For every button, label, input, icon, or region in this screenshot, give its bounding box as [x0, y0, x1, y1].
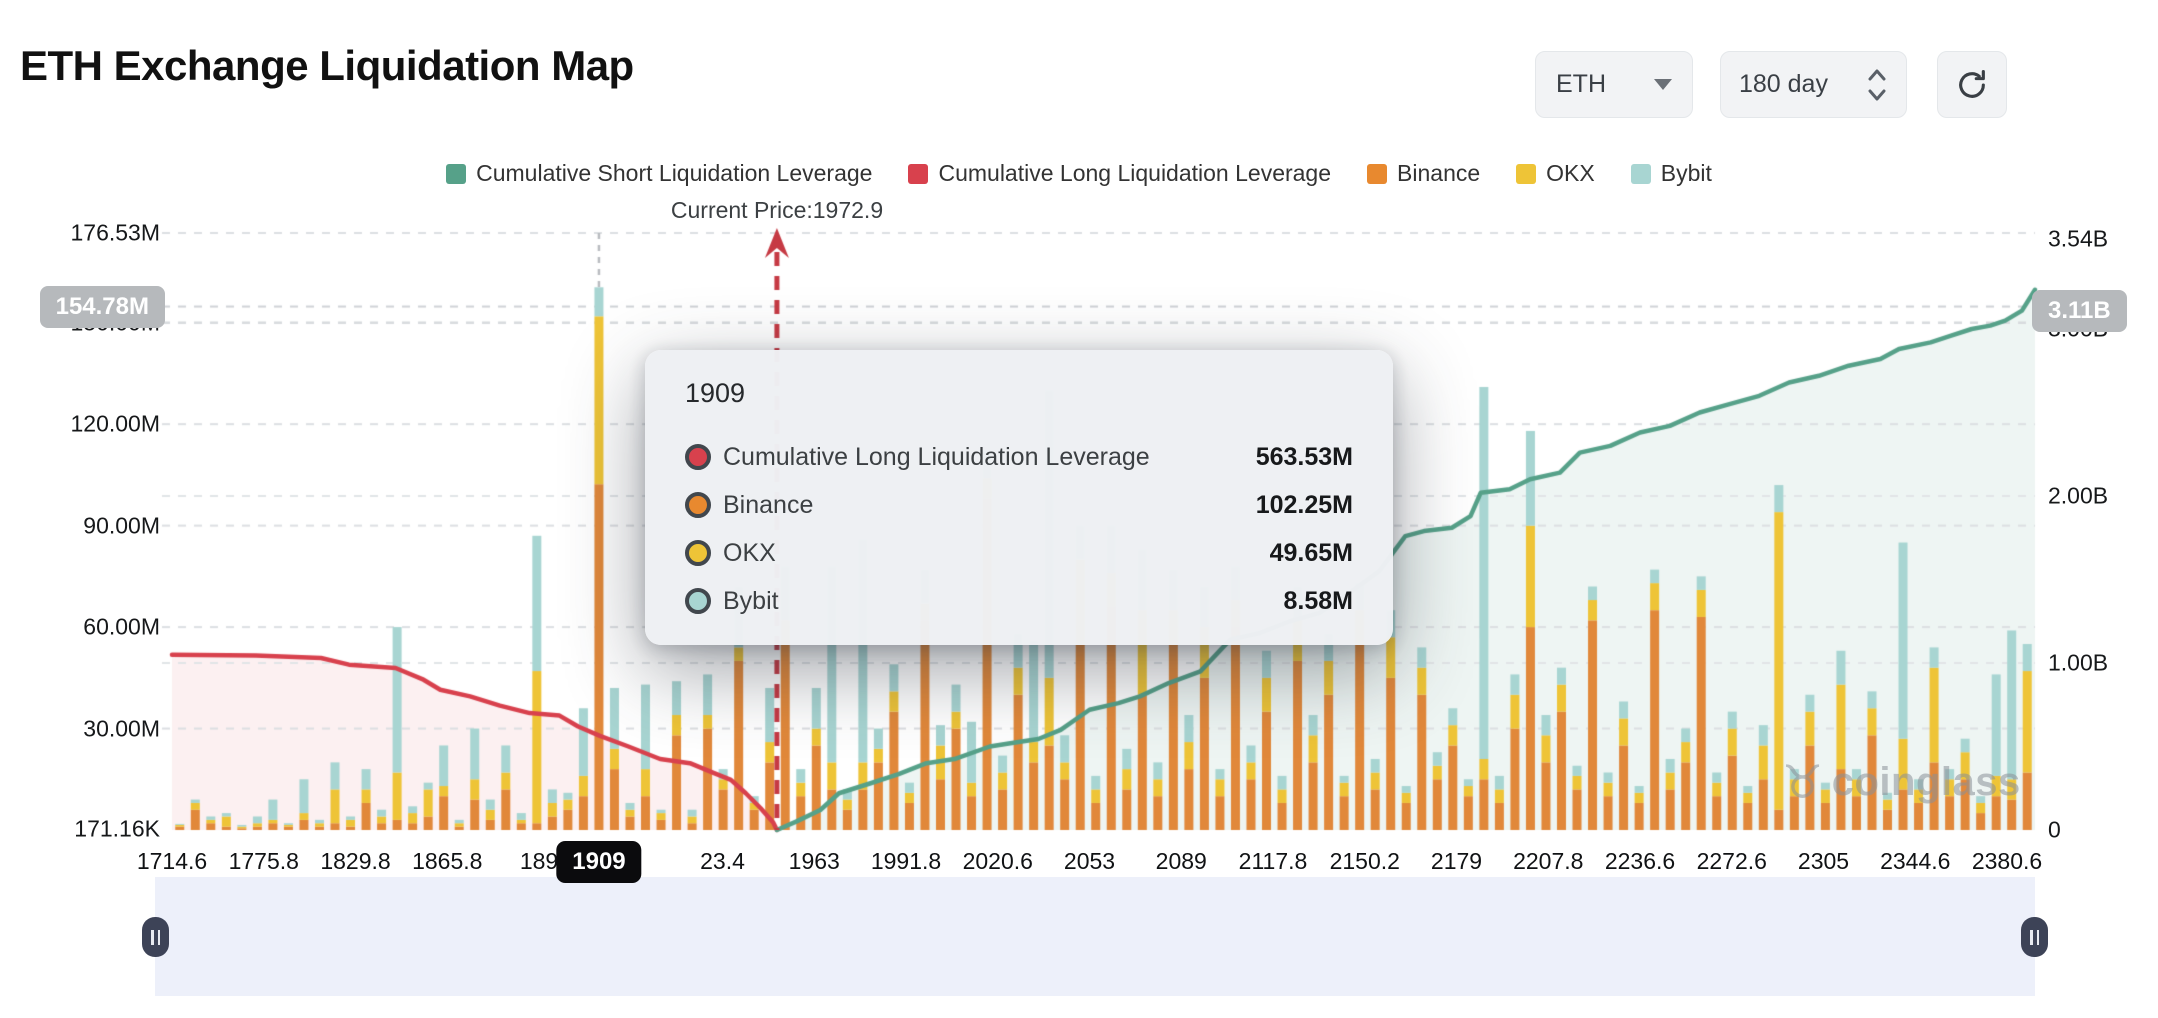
x-axis-label: 2236.6 — [1605, 848, 1675, 875]
legend-label: OKX — [1546, 160, 1595, 187]
legend-swatch-icon — [1631, 164, 1651, 184]
right-axis-tick: 0 — [2048, 817, 2061, 844]
x-axis-highlight-badge: 1909 — [556, 841, 641, 883]
x-axis-label: 1865.8 — [412, 848, 482, 875]
refresh-button[interactable] — [1937, 51, 2007, 118]
x-axis-label: 1775.8 — [229, 848, 299, 875]
tooltip-row: Binance 102.25M — [685, 481, 1353, 529]
datazoom-left-handle[interactable] — [142, 917, 169, 957]
bull-logo-icon: ♉ — [1782, 755, 1824, 809]
right-axis-tick: 3.54B — [2048, 225, 2108, 252]
x-axis-label: 1714.6 — [137, 848, 207, 875]
x-axis-label: 2207.8 — [1513, 848, 1583, 875]
legend-swatch-icon — [446, 164, 466, 184]
x-axis-label: 2089 — [1156, 848, 1207, 875]
left-axis-tick: 30.00M — [10, 715, 160, 742]
x-axis-label: 2179 — [1431, 848, 1482, 875]
x-axis-label: 2053 — [1064, 848, 1115, 875]
x-axis-label: 2305 — [1798, 848, 1849, 875]
watermark-text: coinglass — [1832, 760, 2021, 805]
x-axis-label: 23.4 — [700, 848, 745, 875]
page-title: ETH Exchange Liquidation Map — [20, 42, 634, 90]
x-axis-label: 1829.8 — [320, 848, 390, 875]
legend-label: Cumulative Short Liquidation Leverage — [476, 160, 872, 187]
legend-swatch-icon — [1516, 164, 1536, 184]
chart-tooltip: 1909 Cumulative Long Liquidation Leverag… — [645, 350, 1393, 645]
tooltip-series-value: 8.58M — [1284, 587, 1353, 616]
legend-swatch-icon — [1367, 164, 1387, 184]
legend-item-2[interactable]: Binance — [1367, 160, 1480, 187]
tooltip-row: Bybit 8.58M — [685, 577, 1353, 625]
tooltip-rows: Cumulative Long Liquidation Leverage 563.… — [685, 433, 1353, 625]
tooltip-row: OKX 49.65M — [685, 529, 1353, 577]
x-axis-label: 1963 — [789, 848, 840, 875]
chart-legend: Cumulative Short Liquidation Leverage Cum… — [0, 160, 2158, 187]
series-dot-icon — [685, 492, 711, 518]
tooltip-title: 1909 — [685, 378, 1353, 409]
x-axis-label: 2380.6 — [1972, 848, 2042, 875]
coinglass-watermark: ♉ coinglass — [1782, 755, 2021, 809]
period-stepper[interactable]: 180 day — [1720, 51, 1907, 118]
x-axis-label: 2150.2 — [1330, 848, 1400, 875]
current-price-label: Current Price:1972.9 — [671, 197, 883, 224]
left-axis-tick: 171.16K — [10, 816, 160, 843]
series-dot-icon — [685, 588, 711, 614]
series-dot-icon — [685, 444, 711, 470]
refresh-icon — [1955, 68, 1989, 102]
right-axis-badge: 3.11B — [2032, 290, 2127, 332]
x-axis-label: 1991.8 — [871, 848, 941, 875]
legend-label: Bybit — [1661, 160, 1712, 187]
tooltip-series-value: 563.53M — [1256, 443, 1353, 472]
chevron-down-icon — [1654, 79, 1672, 90]
left-axis-tick: 176.53M — [10, 220, 160, 247]
legend-label: Cumulative Long Liquidation Leverage — [938, 160, 1331, 187]
legend-item-3[interactable]: OKX — [1516, 160, 1595, 187]
symbol-select[interactable]: ETH — [1535, 51, 1693, 118]
tooltip-series-label: Bybit — [723, 587, 779, 616]
legend-item-0[interactable]: Cumulative Short Liquidation Leverage — [446, 160, 872, 187]
left-axis-tick: 120.00M — [10, 411, 160, 438]
liquidation-map-page: ETH Exchange Liquidation Map ETH 180 day… — [0, 0, 2158, 1018]
right-axis-tick: 1.00B — [2048, 650, 2108, 677]
datazoom-right-handle[interactable] — [2021, 917, 2048, 957]
left-axis-tick: 60.00M — [10, 614, 160, 641]
right-axis-tick: 2.00B — [2048, 483, 2108, 510]
period-stepper-value: 180 day — [1739, 70, 1828, 99]
tooltip-series-value: 49.65M — [1270, 539, 1353, 568]
datazoom-slider[interactable] — [155, 877, 2035, 996]
x-axis-label: 189 — [520, 848, 558, 875]
tooltip-series-label: Cumulative Long Liquidation Leverage — [723, 443, 1150, 472]
legend-item-1[interactable]: Cumulative Long Liquidation Leverage — [908, 160, 1331, 187]
x-axis-label: 2117.8 — [1239, 848, 1308, 875]
x-axis-label: 2272.6 — [1697, 848, 1767, 875]
x-axis-label: 2020.6 — [963, 848, 1033, 875]
left-axis-tick: 90.00M — [10, 512, 160, 539]
tooltip-series-value: 102.25M — [1256, 491, 1353, 520]
stepper-up-down-icon — [1866, 67, 1888, 103]
legend-label: Binance — [1397, 160, 1480, 187]
legend-item-4[interactable]: Bybit — [1631, 160, 1712, 187]
left-axis-badge: 154.78M — [40, 286, 165, 328]
tooltip-series-label: OKX — [723, 539, 776, 568]
legend-swatch-icon — [908, 164, 928, 184]
symbol-select-value: ETH — [1556, 70, 1606, 99]
tooltip-row: Cumulative Long Liquidation Leverage 563.… — [685, 433, 1353, 481]
tooltip-series-label: Binance — [723, 491, 813, 520]
series-dot-icon — [685, 540, 711, 566]
x-axis-label: 2344.6 — [1880, 848, 1950, 875]
